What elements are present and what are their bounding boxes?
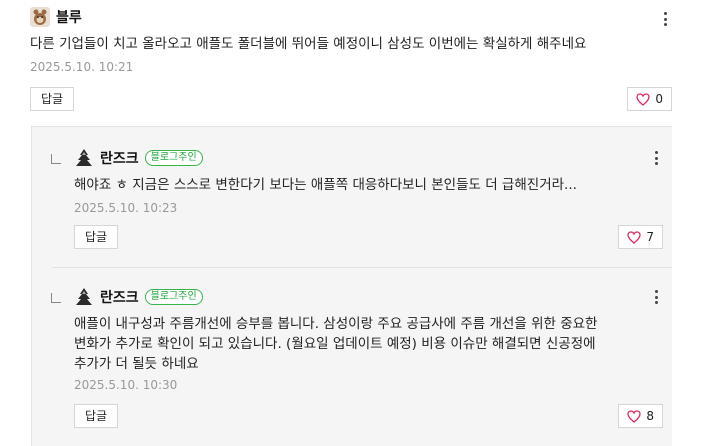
more-options-icon[interactable] <box>651 150 661 166</box>
blog-owner-badge: 블로그주인 <box>144 150 203 166</box>
author-avatar[interactable] <box>74 148 94 168</box>
reply-button[interactable]: 답글 <box>30 87 75 111</box>
comment-date: 2025.5.10. 10:23 <box>74 201 178 215</box>
reply-arrow-icon <box>51 154 61 164</box>
like-button[interactable]: 0 <box>627 87 672 111</box>
heart-icon <box>627 409 642 423</box>
comment-text: 해야죠 ㅎ 지금은 스스로 변한다기 보다는 애플쪽 대응하다보니 본인들도 더… <box>74 177 577 193</box>
reply-divider <box>52 267 672 268</box>
author-name[interactable]: 란즈크 <box>100 148 139 168</box>
like-count: 0 <box>655 92 663 106</box>
comment-header: 란즈크 블로그주인 <box>74 147 203 169</box>
comment-date: 2025.5.10. 10:21 <box>30 60 134 74</box>
author-name[interactable]: 블루 <box>56 7 82 27</box>
author-avatar[interactable] <box>74 287 94 307</box>
like-button[interactable]: 7 <box>618 225 663 249</box>
reply-item: 란즈크 블로그주인 해야죠 ㅎ 지금은 스스로 변한다기 보다는 애플쪽 대응하… <box>32 147 673 267</box>
more-options-icon[interactable] <box>651 289 661 305</box>
heart-icon <box>636 92 651 106</box>
like-button[interactable]: 8 <box>618 404 663 428</box>
comment-header: 란즈크 블로그주인 <box>74 286 203 308</box>
main-comment: 블루 다른 기업들이 치고 올라오고 애플도 폴더블에 뛰어들 예정이니 삼성도… <box>30 6 672 116</box>
comment-header: 블루 <box>30 6 82 28</box>
blog-owner-badge: 블로그주인 <box>144 289 203 305</box>
heart-icon <box>627 230 642 244</box>
like-count: 8 <box>646 409 654 423</box>
reply-item: 란즈크 블로그주인 애플이 내구성과 주름개선에 승부를 봅니다. 삼성이랑 주… <box>32 286 673 446</box>
replies-section: 란즈크 블로그주인 해야죠 ㅎ 지금은 스스로 변한다기 보다는 애플쪽 대응하… <box>31 126 672 446</box>
author-avatar[interactable] <box>30 7 50 27</box>
comment-text: 애플이 내구성과 주름개선에 승부를 봅니다. 삼성이랑 주요 공급사에 주름 … <box>74 316 598 372</box>
author-name[interactable]: 란즈크 <box>100 287 139 307</box>
more-options-icon[interactable] <box>660 11 670 27</box>
comment-text: 다른 기업들이 치고 올라오고 애플도 폴더블에 뛰어들 예정이니 삼성도 이번… <box>30 36 587 52</box>
comment-date: 2025.5.10. 10:30 <box>74 378 178 392</box>
reply-arrow-icon <box>51 293 61 303</box>
reply-button[interactable]: 답글 <box>74 404 119 428</box>
like-count: 7 <box>646 230 654 244</box>
reply-button[interactable]: 답글 <box>74 225 119 249</box>
